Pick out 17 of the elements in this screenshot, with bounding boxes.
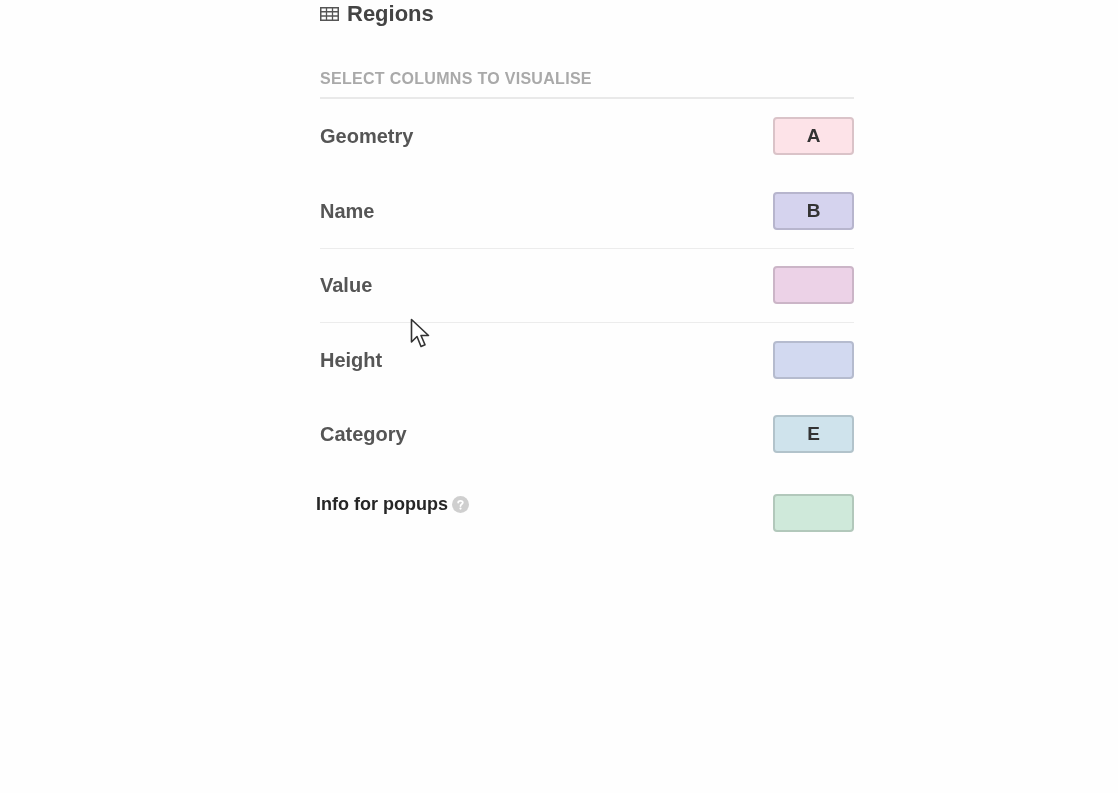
swatch-icon[interactable] (773, 266, 854, 305)
swatch-icon[interactable] (773, 340, 854, 379)
swatch-button[interactable]: A (773, 117, 854, 156)
column-label: Name (320, 198, 375, 224)
panel-title: Regions (347, 0, 434, 28)
help-icon[interactable] (451, 496, 469, 514)
section-heading: SELECT COLUMNS TO VISUALISE (320, 70, 592, 87)
column-label: Geometry (320, 124, 414, 150)
swatch-icon[interactable] (773, 493, 854, 532)
column-label: Value (320, 273, 373, 299)
popup-info-label: Info for popups (316, 493, 448, 517)
cursor-icon (410, 318, 432, 350)
swatch-button[interactable]: E (773, 415, 854, 454)
column-label: Category (320, 422, 407, 448)
swatch-button[interactable]: B (773, 191, 854, 230)
column-label: Height (320, 347, 383, 373)
table-icon (320, 7, 339, 21)
